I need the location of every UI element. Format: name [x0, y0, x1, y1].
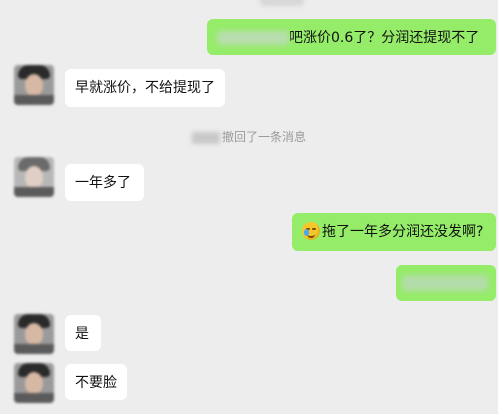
contact-avatar[interactable]	[14, 65, 54, 105]
incoming-message[interactable]: 一年多了	[65, 164, 144, 201]
message-text: 不要脸	[75, 375, 117, 391]
contact-avatar[interactable]	[14, 363, 54, 403]
message-text: 早就涨价，不给提现了	[75, 80, 215, 96]
system-text: 撤回了一条消息	[221, 130, 306, 144]
contact-avatar[interactable]	[14, 314, 54, 354]
top-blurred-hint	[260, 0, 304, 6]
message-text: 是	[75, 326, 89, 342]
message-text: 一年多了	[75, 175, 131, 191]
contact-avatar[interactable]	[14, 157, 54, 197]
outgoing-message[interactable]: 吧涨价0.6了？分润还提现不了	[207, 19, 496, 55]
outgoing-message-redacted[interactable]	[396, 265, 496, 301]
crying-laughing-emoji-icon	[302, 222, 320, 240]
incoming-message[interactable]: 不要脸	[65, 364, 127, 400]
blurred-text	[217, 31, 289, 45]
incoming-message[interactable]: 早就涨价，不给提现了	[65, 69, 225, 107]
outgoing-message[interactable]: 拖了一年多分润还没发啊?	[292, 213, 496, 251]
message-text: 吧涨价0.6了？分润还提现不了	[289, 30, 480, 46]
blurred-username	[191, 131, 220, 144]
message-text: 拖了一年多分润还没发啊?	[322, 224, 484, 240]
blurred-text	[402, 275, 488, 291]
incoming-message[interactable]: 是	[65, 315, 101, 351]
recall-notice: 撤回了一条消息	[0, 129, 498, 145]
